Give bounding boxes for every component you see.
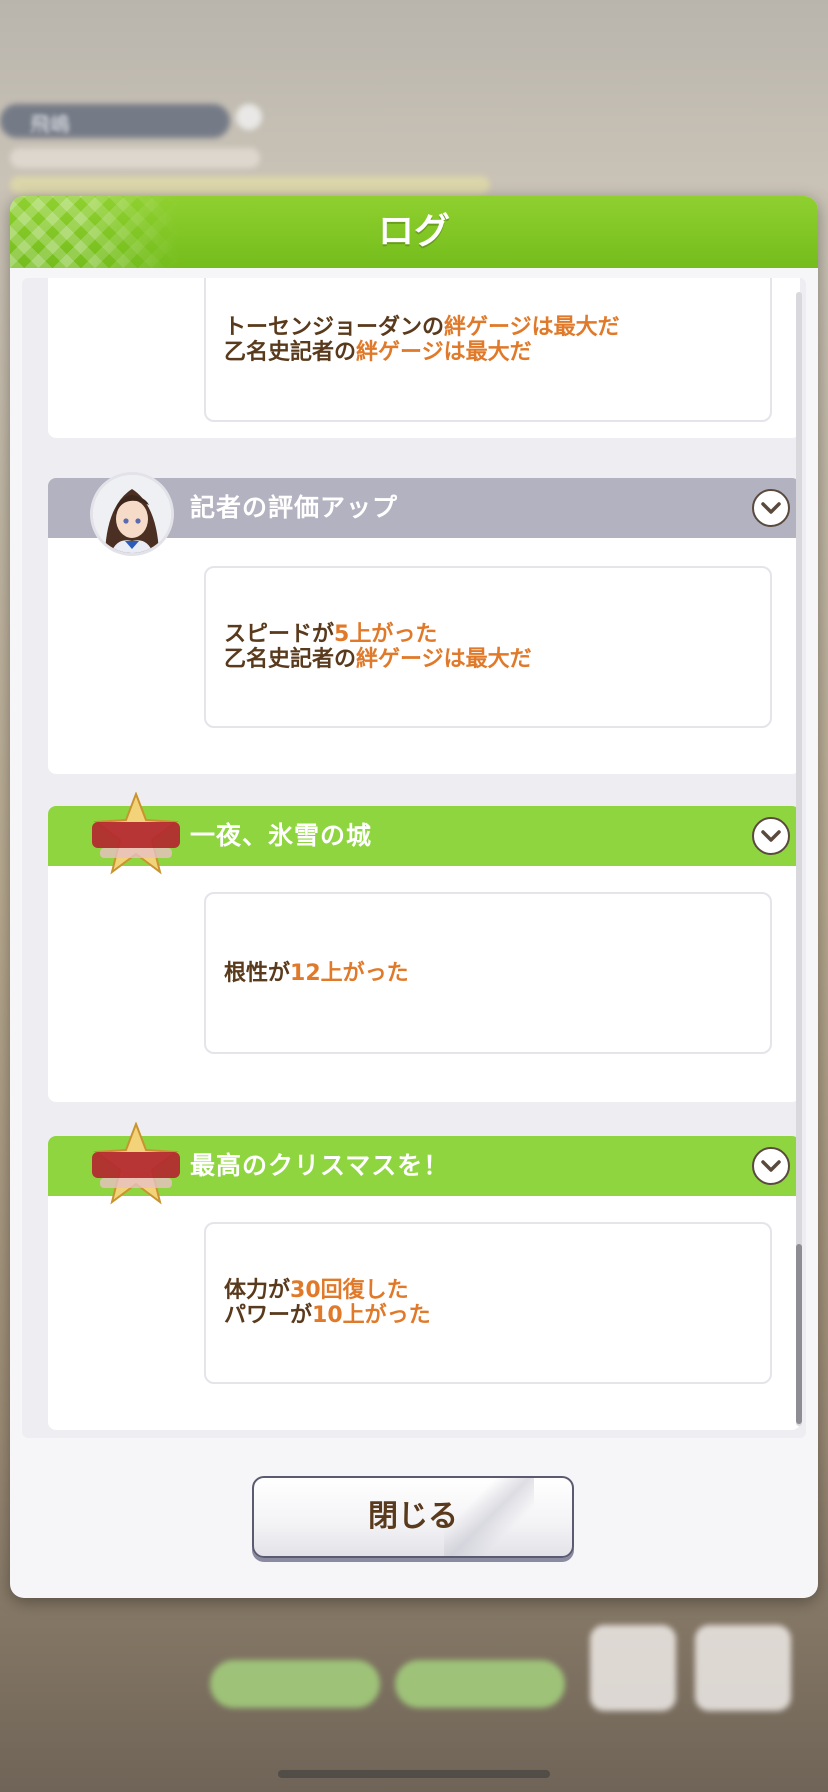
log-line: 乙名史記者の絆ゲージは最大だ [224, 340, 532, 365]
log-entry-content: 根性が12上がった [204, 892, 772, 1054]
background-status-strip [10, 148, 260, 168]
log-dialog: ログ トーセンジョーダンの絆ゲージは最大だ 乙名史記者の絆ゲージは最大だ 記者の… [10, 196, 818, 1598]
log-entry-content: 体力が30回復した パワーが10上がった [204, 1222, 772, 1384]
background-info-icon [236, 104, 262, 130]
background-name-label: 飛嶋 [30, 112, 70, 136]
chevron-down-icon[interactable] [752, 1147, 790, 1185]
home-indicator[interactable] [278, 1770, 550, 1778]
log-entry-card: トーセンジョーダンの絆ゲージは最大だ 乙名史記者の絆ゲージは最大だ [48, 278, 800, 438]
scrollbar-thumb[interactable] [796, 1244, 802, 1424]
close-button[interactable]: 閉じる [252, 1476, 574, 1558]
close-button-label: 閉じる [368, 1499, 458, 1534]
log-entry-content: トーセンジョーダンの絆ゲージは最大だ 乙名史記者の絆ゲージは最大だ [204, 278, 772, 422]
dialog-header: ログ [10, 196, 818, 268]
log-scroll-area[interactable]: トーセンジョーダンの絆ゲージは最大だ 乙名史記者の絆ゲージは最大だ 記者の評価ア… [22, 278, 806, 1438]
chevron-down-icon[interactable] [752, 817, 790, 855]
make-a-new-track-badge-icon [86, 791, 186, 878]
log-entry-card: 一夜、氷雪の城 根性が12上がった [48, 791, 800, 1102]
log-entry-title: 記者の評価アップ [190, 493, 399, 522]
background-progress-strip [10, 176, 490, 194]
log-entry-content: スピードが5上がった 乙名史記者の絆ゲージは最大だ [204, 566, 772, 728]
log-line: トーセンジョーダンの絆ゲージは最大だ [224, 315, 620, 340]
chevron-down-icon[interactable] [752, 489, 790, 527]
log-entry-card: 最高のクリスマスを！ 体力が30回復した パワーが10上がった [48, 1121, 800, 1430]
dialog-title: ログ [377, 211, 450, 252]
log-line: スピードが5上がった [224, 622, 438, 647]
log-entry-title: 最高のクリスマスを！ [190, 1151, 450, 1180]
log-line: 体力が30回復した [224, 1278, 409, 1303]
background-character-button [590, 1625, 676, 1711]
log-line: 根性が12上がった [224, 960, 409, 986]
background-button-right [395, 1660, 565, 1708]
log-line: パワーが10上がった [224, 1303, 431, 1328]
make-a-new-track-badge-icon [86, 1121, 186, 1208]
reporter-avatar [90, 472, 174, 556]
log-entry-card: 記者の評価アップ スピードが5上がった 乙名史記者の絆ゲージは最大だ [48, 472, 800, 774]
log-entry-title: 一夜、氷雪の城 [190, 821, 373, 850]
log-line: 乙名史記者の絆ゲージは最大だ [224, 647, 532, 672]
background-button-left [210, 1660, 380, 1708]
background-menu-button [695, 1625, 791, 1711]
